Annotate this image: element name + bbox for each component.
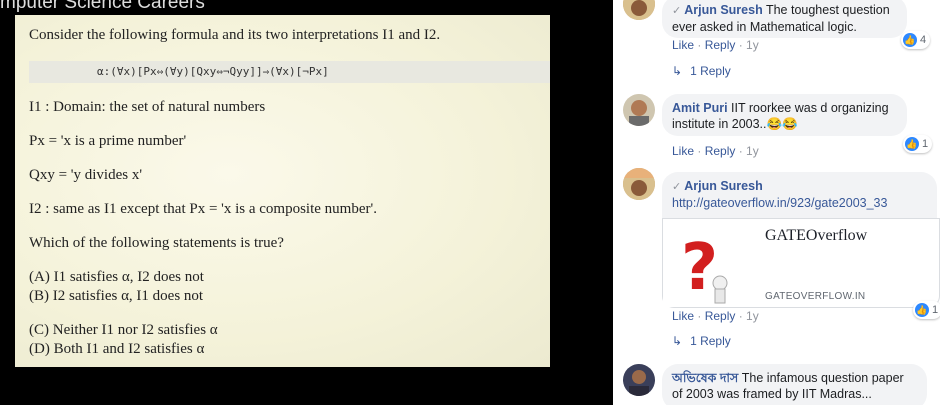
thumbs-up-icon: 👍 — [903, 33, 917, 47]
comment-author[interactable]: Arjun Suresh — [684, 3, 763, 17]
px-definition: Px = 'x is a prime number' — [29, 133, 187, 149]
verified-icon: ✓ — [672, 181, 682, 193]
comment-age[interactable]: 1y — [746, 38, 759, 52]
comment-actions: Like · Reply · 1y — [672, 38, 759, 52]
comment-actions: Like · Reply · 1y — [672, 309, 759, 323]
comment-author[interactable]: Arjun Suresh — [684, 179, 763, 193]
comment-bubble: ✓ Arjun Suresh http://gateoverflow.in/923… — [662, 172, 937, 218]
avatar[interactable] — [623, 94, 655, 126]
qxy-definition: Qxy = 'y divides x' — [29, 167, 143, 183]
option-c: (C) Neither I1 nor I2 satisfies α — [29, 322, 218, 338]
avatar[interactable] — [623, 168, 655, 200]
avatar[interactable] — [623, 364, 655, 396]
verified-icon: ✓ — [672, 5, 682, 17]
view-replies-link[interactable]: ↳ 1 Reply — [672, 64, 731, 78]
comment-author[interactable]: Amit Puri — [672, 101, 728, 115]
comment-bubble: Amit Puri IIT roorkee was d organizing i… — [662, 94, 907, 136]
comment-age[interactable]: 1y — [746, 144, 759, 158]
comment-actions: Like · Reply · 1y — [672, 144, 759, 158]
question-intro: Consider the following formula and its t… — [29, 27, 441, 43]
link-preview-card[interactable]: ? GATEOverflow GATEOVERFLOW.IN — [662, 218, 940, 308]
avatar-image — [623, 168, 655, 200]
question-image: Consider the following formula and its t… — [15, 15, 550, 367]
option-b: (B) I2 satisfies α, I1 does not — [29, 288, 204, 304]
comment-bubble: অভিষেক দাস The infamous question paper o… — [662, 364, 927, 405]
option-d: (D) Both I1 and I2 satisfies α — [29, 341, 205, 357]
like-link[interactable]: Like — [672, 144, 694, 158]
reaction-count[interactable]: 👍 1 — [913, 301, 940, 319]
page-heading: mputer Science Careers — [0, 0, 205, 13]
link-title[interactable]: GATEOverflow — [765, 227, 867, 245]
comments-pane: ✓ Arjun Suresh The toughest question ever… — [613, 0, 940, 405]
comment-bubble: ✓ Arjun Suresh The toughest question ever… — [662, 0, 907, 38]
reply-link[interactable]: Reply — [705, 144, 736, 158]
avatar-image — [623, 0, 655, 20]
option-a: (A) I1 satisfies α, I2 does not — [29, 269, 204, 285]
view-replies-link[interactable]: ↳ 1 Reply — [672, 334, 731, 348]
thumbs-up-icon: 👍 — [905, 137, 919, 151]
comment-age[interactable]: 1y — [746, 309, 759, 323]
i1-domain: I1 : Domain: the set of natural numbers — [29, 99, 266, 115]
comment-link[interactable]: http://gateoverflow.in/923/gate2003_33 — [672, 196, 887, 210]
i2-definition: I2 : same as I1 except that Px = 'x is a… — [29, 201, 377, 217]
question-mark-icon: ? — [681, 231, 728, 305]
like-link[interactable]: Like — [672, 309, 694, 323]
link-thumbnail: ? — [663, 219, 753, 307]
reaction-count[interactable]: 👍 1 — [903, 135, 933, 153]
reply-link[interactable]: Reply — [705, 38, 736, 52]
comment-author[interactable]: অভিষেক দাস — [672, 371, 738, 385]
avatar-image — [623, 94, 655, 126]
question-prompt: Which of the following statements is tru… — [29, 235, 284, 251]
reply-arrow-icon: ↳ — [672, 334, 683, 348]
avatar-image — [623, 364, 655, 396]
svg-text:?: ? — [681, 231, 718, 305]
link-domain: GATEOVERFLOW.IN — [765, 291, 866, 302]
formula: α:(∀x)[Px⇔(∀y)[Qxy⇔¬Qyy]]⇒(∀x)[¬Px] — [29, 61, 550, 83]
reply-link[interactable]: Reply — [705, 309, 736, 323]
like-link[interactable]: Like — [672, 38, 694, 52]
reply-arrow-icon: ↳ — [672, 64, 683, 78]
reaction-count[interactable]: 👍 4 — [901, 31, 931, 49]
avatar[interactable] — [623, 0, 655, 20]
thumbs-up-icon: 👍 — [915, 303, 929, 317]
